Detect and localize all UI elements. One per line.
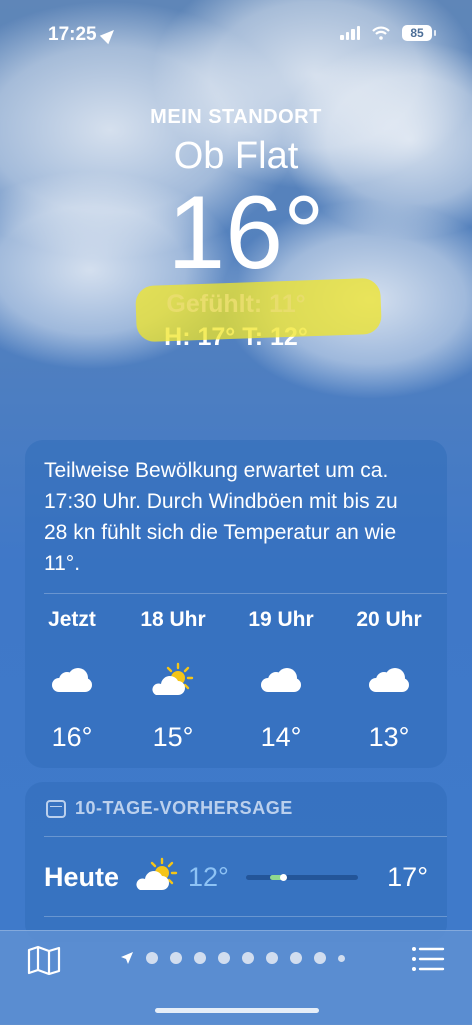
cellular-signal-icon: [340, 26, 360, 40]
page-dot[interactable]: [314, 952, 326, 964]
location-label: MEIN STANDORT: [150, 106, 322, 128]
page-dot[interactable]: [146, 952, 158, 964]
hour-temperature: 14°: [260, 722, 302, 752]
status-bar: 17:25 85: [0, 0, 472, 70]
partly-sunny-icon: [136, 857, 178, 890]
feels-like: Gefühlt: 11°: [166, 290, 306, 318]
cloud-icon: [369, 668, 409, 692]
hourly-forecast-card[interactable]: Teilweise Bewölkung erwartet um ca. 17:3…: [25, 440, 447, 768]
hour-item: 20 Uhr 13°: [335, 608, 443, 753]
hour-label: 18 Uhr: [140, 608, 206, 631]
page-dot[interactable]: [290, 952, 302, 964]
hour-item: Jetzt 16°: [25, 608, 119, 753]
hour-item: 18 Uhr 15°: [119, 608, 227, 753]
battery-icon: 85: [402, 25, 436, 41]
page-dot[interactable]: [170, 952, 182, 964]
list-icon[interactable]: [411, 945, 445, 978]
location-arrow-icon: [99, 25, 118, 45]
cloud-icon: [261, 668, 301, 692]
clock: 17:25: [48, 24, 118, 46]
hour-label: Jetzt: [48, 608, 96, 631]
temperature-range-bar: [246, 873, 358, 881]
current-weather-header: MEIN STANDORT Ob Flat 16° Gefühlt: 11° H…: [0, 100, 472, 352]
page-dot[interactable]: [194, 952, 206, 964]
page-dot[interactable]: [266, 952, 278, 964]
hour-item: 19 Uhr 14°: [227, 608, 335, 753]
page-dot[interactable]: [242, 952, 254, 964]
current-temperature: 16°: [167, 175, 325, 291]
hour-temperature: 13°: [368, 722, 410, 752]
page-dot[interactable]: [338, 954, 345, 962]
divider: [44, 916, 447, 917]
page-dot[interactable]: [218, 952, 230, 964]
divider: [44, 593, 447, 594]
day-low-temperature: 12°: [188, 861, 229, 892]
cloud-icon: [52, 668, 92, 692]
day-name: Heute: [44, 861, 120, 892]
partly-sunny-icon: [152, 662, 194, 695]
hour-temperature: 15°: [152, 722, 194, 752]
city-name: Ob Flat: [173, 135, 299, 177]
day-high-temperature: 17°: [387, 861, 428, 892]
forecast-day-row[interactable]: Heute 12° 17°: [44, 848, 428, 906]
divider: [44, 836, 447, 837]
weather-summary: Teilweise Bewölkung erwartet um ca. 17:3…: [44, 459, 398, 575]
page-indicator[interactable]: [120, 951, 345, 965]
current-temp-dot: [280, 873, 287, 881]
ten-day-forecast-card[interactable]: 10-TAGE-VORHERSAGE Heute 12° 17°: [25, 782, 447, 942]
home-indicator[interactable]: [155, 1008, 319, 1013]
wifi-icon: [372, 26, 390, 40]
ten-day-header: 10-TAGE-VORHERSAGE: [46, 798, 293, 819]
hour-label: 19 Uhr: [248, 608, 314, 631]
location-arrow-icon: [121, 952, 133, 964]
map-icon[interactable]: [27, 945, 61, 980]
calendar-icon: [46, 799, 66, 818]
hour-temperature: 16°: [51, 722, 93, 752]
hour-label: 20 Uhr: [356, 608, 422, 631]
